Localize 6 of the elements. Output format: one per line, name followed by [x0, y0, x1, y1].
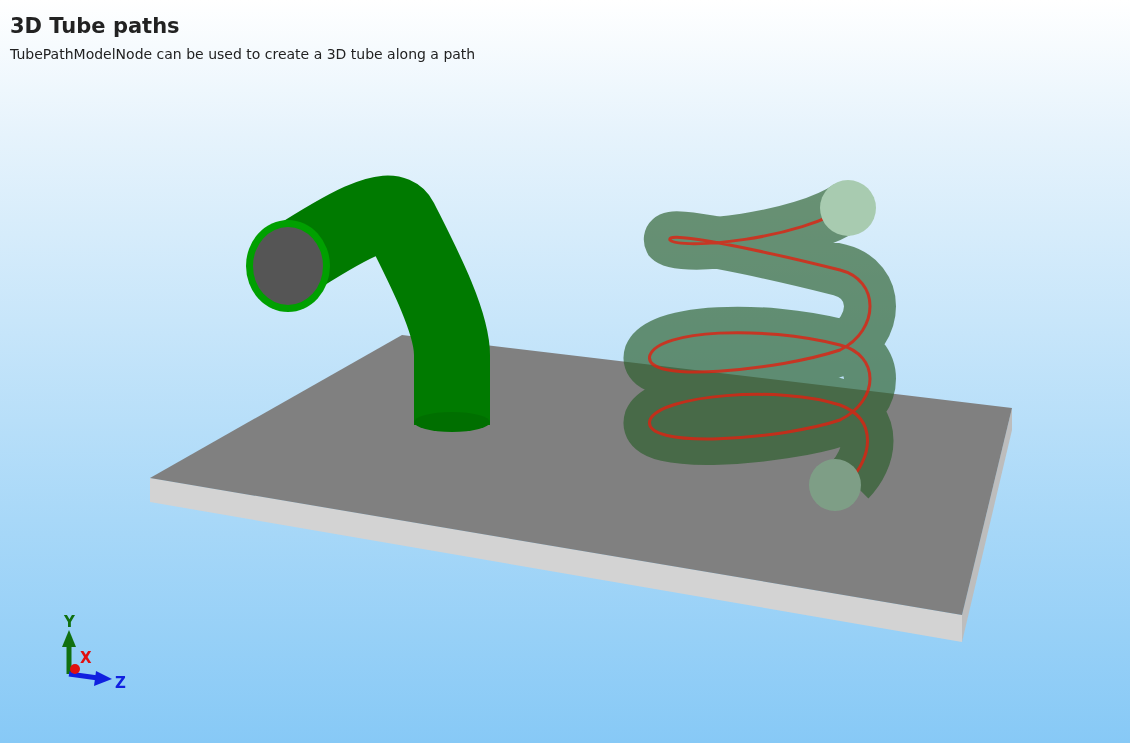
axis-label: Y: [64, 613, 75, 631]
axis-label: X: [80, 649, 92, 667]
axes-icon: [62, 630, 112, 686]
page-title: 3D Tube paths: [10, 14, 180, 38]
axis-label: Z: [115, 674, 126, 692]
page-description: TubePathModelNode can be used to create a 3D tube along a path: [10, 46, 476, 62]
